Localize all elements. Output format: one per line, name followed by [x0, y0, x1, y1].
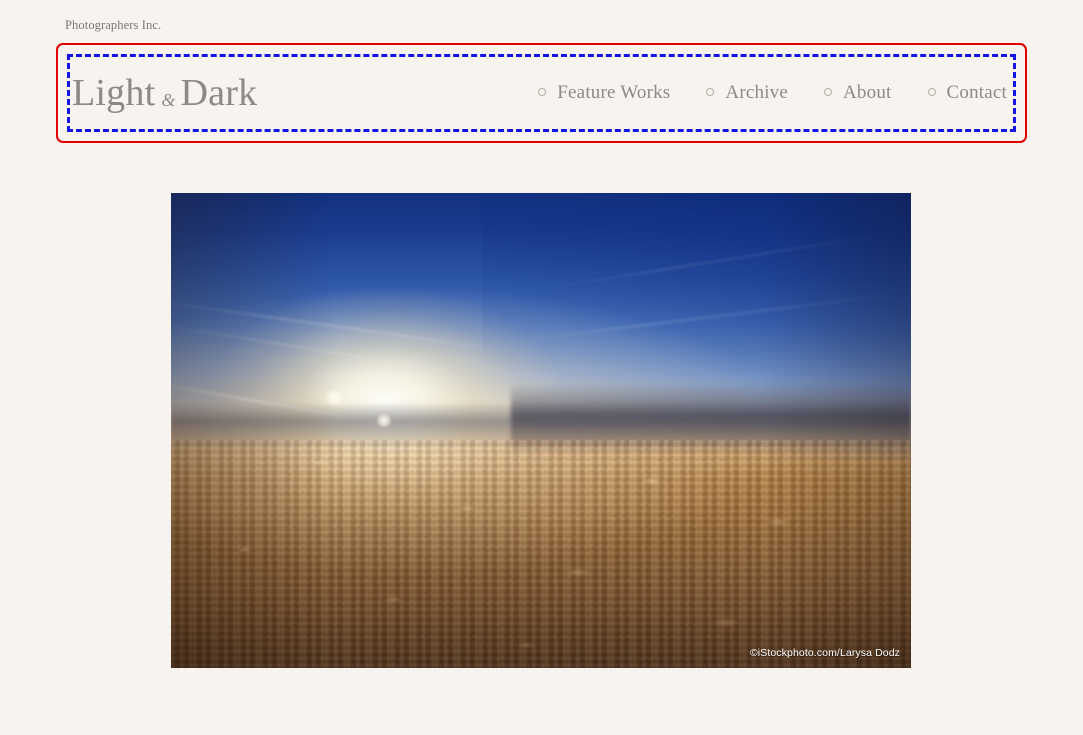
nav-item-about[interactable]: About — [824, 82, 892, 104]
logo-ampersand: & — [161, 90, 176, 110]
company-brand-line: Photographers Inc. — [65, 18, 162, 32]
photo-vignette — [171, 193, 911, 668]
logo-word-light: Light — [72, 72, 156, 114]
primary-navigation: Feature Works Archive About Contact — [538, 82, 1015, 104]
nav-item-label: About — [843, 82, 892, 103]
photo-credit-text: ©iStockphoto.com/Larysa Dodz — [749, 647, 900, 659]
site-header: Light & Dark Feature Works Archive About… — [58, 45, 1025, 141]
nav-item-label: Feature Works — [557, 82, 671, 103]
small-circle-icon — [706, 88, 715, 96]
nav-item-archive[interactable]: Archive — [706, 82, 788, 104]
hero-photo[interactable]: ©iStockphoto.com/Larysa Dodz — [171, 193, 911, 668]
hero-photo-image — [171, 193, 911, 668]
site-logo[interactable]: Light & Dark — [72, 74, 257, 112]
nav-item-label: Archive — [725, 82, 788, 103]
small-circle-icon — [927, 88, 936, 96]
nav-item-feature-works[interactable]: Feature Works — [538, 82, 670, 104]
logo-word-dark: Dark — [180, 72, 258, 114]
small-circle-icon — [824, 88, 832, 96]
header-annotation-outer-box: Light & Dark Feature Works Archive About… — [56, 43, 1027, 143]
nav-item-contact[interactable]: Contact — [927, 82, 1008, 104]
small-circle-icon — [538, 88, 547, 96]
nav-item-label: Contact — [946, 82, 1007, 103]
